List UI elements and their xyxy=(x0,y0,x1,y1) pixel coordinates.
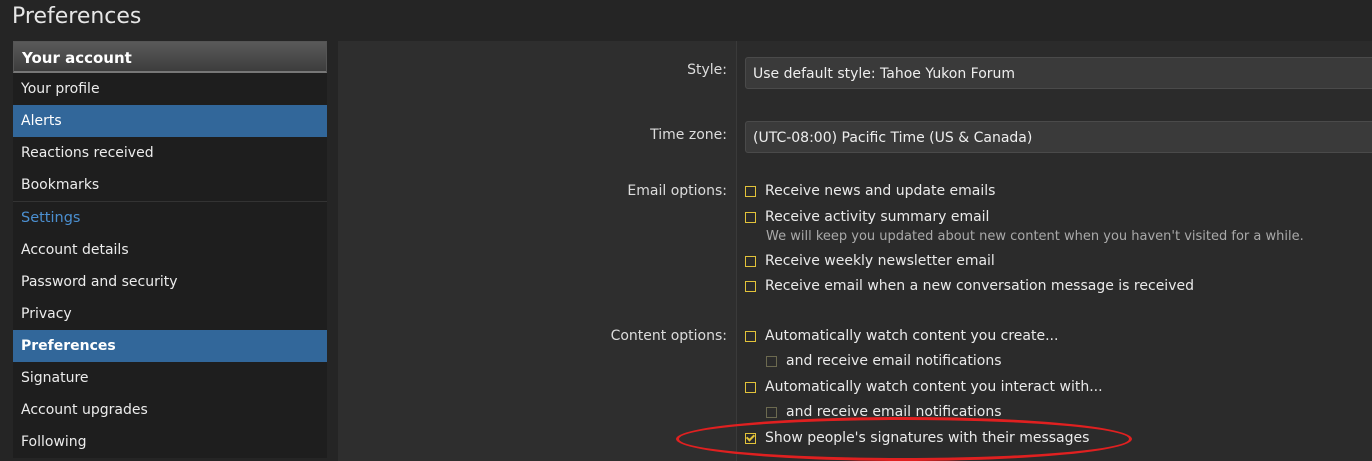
content-options-label: Content options: xyxy=(610,328,727,344)
style-label: Style: xyxy=(687,62,727,78)
sidebar-header: Your account xyxy=(13,41,327,73)
watch-interact-email-label: and receive email notifications xyxy=(786,404,1002,420)
checkbox-icon[interactable] xyxy=(766,406,777,418)
email-options-label: Email options: xyxy=(627,183,727,199)
checkbox-icon[interactable] xyxy=(745,211,756,223)
checkbox-icon[interactable] xyxy=(745,280,756,292)
checkbox-icon[interactable] xyxy=(745,381,756,393)
watch-interact-label: Automatically watch content you interact… xyxy=(765,379,1103,395)
sidebar-item-following[interactable]: Following xyxy=(13,426,327,458)
timezone-select[interactable]: (UTC-08:00) Pacific Time (US & Canada) xyxy=(745,121,1372,153)
sidebar-item-password-security[interactable]: Password and security xyxy=(13,266,327,298)
watch-create-label: Automatically watch content you create..… xyxy=(765,328,1059,344)
watch-create-email-label: and receive email notifications xyxy=(786,353,1002,369)
sidebar-item-reactions-received[interactable]: Reactions received xyxy=(13,137,327,169)
email-news-label: Receive news and update emails xyxy=(765,183,996,199)
sidebar-item-alerts[interactable]: Alerts xyxy=(13,105,327,137)
form-label-column xyxy=(338,41,737,461)
checkbox-icon[interactable] xyxy=(745,185,756,197)
show-signatures-label: Show people's signatures with their mess… xyxy=(765,430,1090,446)
watch-interact-email-option[interactable]: and receive email notifications xyxy=(766,404,1001,420)
email-newsletter-option[interactable]: Receive weekly newsletter email xyxy=(745,253,995,269)
email-activity-summary-option[interactable]: Receive activity summary email xyxy=(745,209,989,225)
sidebar-item-preferences[interactable]: Preferences xyxy=(13,330,327,362)
sidebar: Your account Your profile Alerts Reactio… xyxy=(13,41,327,461)
checkbox-icon[interactable] xyxy=(745,255,756,267)
watch-create-option[interactable]: Automatically watch content you create..… xyxy=(745,328,1058,344)
email-news-option[interactable]: Receive news and update emails xyxy=(745,183,995,199)
activity-summary-hint: We will keep you updated about new conte… xyxy=(766,229,1304,244)
sidebar-item-bookmarks[interactable]: Bookmarks xyxy=(13,169,327,201)
timezone-label: Time zone: xyxy=(650,127,727,143)
style-select[interactable]: Use default style: Tahoe Yukon Forum xyxy=(745,57,1372,89)
checkbox-checked-icon[interactable] xyxy=(745,432,756,444)
sidebar-item-account-upgrades[interactable]: Account upgrades xyxy=(13,394,327,426)
sidebar-item-your-profile[interactable]: Your profile xyxy=(13,73,327,105)
checkbox-icon[interactable] xyxy=(745,330,756,342)
watch-create-email-option[interactable]: and receive email notifications xyxy=(766,353,1001,369)
checkbox-icon[interactable] xyxy=(766,355,777,367)
show-signatures-option[interactable]: Show people's signatures with their mess… xyxy=(745,430,1089,446)
sidebar-item-account-details[interactable]: Account details xyxy=(13,234,327,266)
email-newsletter-label: Receive weekly newsletter email xyxy=(765,253,995,269)
watch-interact-option[interactable]: Automatically watch content you interact… xyxy=(745,379,1103,395)
sidebar-item-privacy[interactable]: Privacy xyxy=(13,298,327,330)
sidebar-item-signature[interactable]: Signature xyxy=(13,362,327,394)
page-title: Preferences xyxy=(12,4,142,29)
email-conversation-option[interactable]: Receive email when a new conversation me… xyxy=(745,278,1194,294)
email-conversation-label: Receive email when a new conversation me… xyxy=(765,278,1194,294)
email-activity-summary-label: Receive activity summary email xyxy=(765,209,990,225)
sidebar-section-settings: Settings xyxy=(13,201,327,234)
